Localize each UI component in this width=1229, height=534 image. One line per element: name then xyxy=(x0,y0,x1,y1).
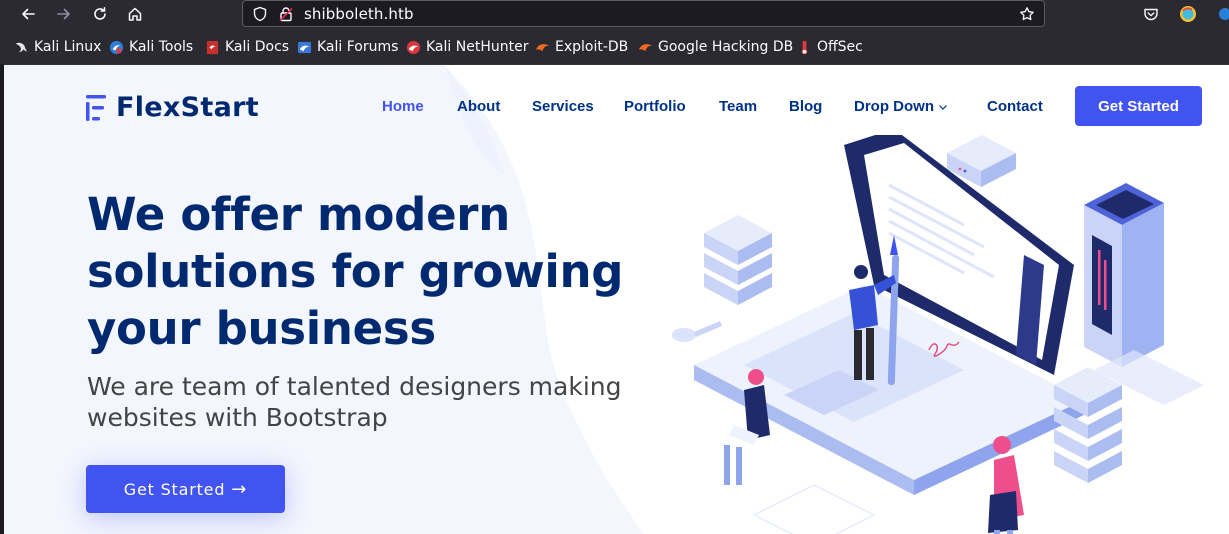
bookmark-exploit-db[interactable]: Exploit-DB xyxy=(535,38,628,56)
browser-window: shibboleth.htb Kali Linux Kali Tools Kal… xyxy=(0,0,1229,534)
pocket-icon[interactable] xyxy=(1141,4,1161,24)
exploit-db-icon xyxy=(535,43,550,51)
url-text[interactable]: shibboleth.htb xyxy=(304,5,414,23)
bookmark-kali-docs[interactable]: Kali Docs xyxy=(205,38,289,56)
nav-services[interactable]: Services xyxy=(532,98,594,115)
nav-team[interactable]: Team xyxy=(719,98,757,115)
key-shape xyxy=(672,321,722,342)
kali-docs-icon xyxy=(206,40,219,54)
browser-toolbar: shibboleth.htb xyxy=(0,0,1229,30)
bookmark-label: Kali Tools xyxy=(129,39,194,55)
nav-dropdown[interactable]: Drop Down xyxy=(854,98,948,115)
web-page: FlexStart Home About Services Portfolio … xyxy=(4,64,1229,534)
hero-subtitle: We are team of talented designers making… xyxy=(87,372,622,432)
hero-title: We offer modern solutions for growing yo… xyxy=(87,188,624,355)
bookmark-label: Kali NetHunter xyxy=(426,39,529,55)
ghdb-icon xyxy=(638,43,653,51)
kali-dragon-icon xyxy=(15,42,28,52)
bookmark-kali-forums[interactable]: Kali Forums xyxy=(297,38,398,56)
nav-about[interactable]: About xyxy=(457,98,500,115)
reload-icon xyxy=(94,7,106,20)
bookmark-label: Exploit-DB xyxy=(555,39,629,55)
arrow-right-icon: → xyxy=(231,478,248,500)
nav-dropdown-label: Drop Down xyxy=(854,98,934,115)
bookmark-star-icon[interactable] xyxy=(1018,5,1036,23)
nav-portfolio[interactable]: Portfolio xyxy=(624,98,686,115)
nav-get-started-button[interactable]: Get Started xyxy=(1075,86,1202,126)
tracking-shield-icon[interactable] xyxy=(251,5,269,23)
nav-blog[interactable]: Blog xyxy=(789,98,822,115)
server-stack-right xyxy=(1054,367,1122,483)
insecure-lock-icon[interactable] xyxy=(277,5,295,23)
hero-illustration xyxy=(672,135,1204,534)
site-logo[interactable]: FlexStart xyxy=(86,92,259,123)
bookmark-label: OffSec xyxy=(817,39,863,55)
server-tower xyxy=(1084,183,1204,405)
chevron-down-icon xyxy=(939,104,947,110)
nav-home[interactable]: Home xyxy=(382,98,424,115)
home-icon xyxy=(128,7,142,21)
bookmark-label: Kali Forums xyxy=(317,39,399,55)
server-stack-left xyxy=(704,215,772,305)
back-button[interactable] xyxy=(16,3,40,25)
kali-tools-icon xyxy=(109,40,124,54)
forward-button[interactable] xyxy=(52,3,76,25)
bookmark-kali-nethunter[interactable]: Kali NetHunter xyxy=(406,38,528,56)
reload-button[interactable] xyxy=(88,3,112,25)
offsec-icon xyxy=(801,40,808,54)
url-bar[interactable]: shibboleth.htb xyxy=(242,0,1045,27)
bookmark-offsec[interactable]: OffSec xyxy=(797,38,863,56)
kali-nethunter-icon xyxy=(406,40,421,54)
hero-get-started-button[interactable]: Get Started → xyxy=(86,465,285,513)
bookmark-label: Kali Docs xyxy=(225,39,290,55)
nav-contact[interactable]: Contact xyxy=(987,98,1043,115)
brand-name: FlexStart xyxy=(116,92,259,123)
extensions-icon[interactable] xyxy=(1215,4,1229,24)
back-arrow-icon xyxy=(22,8,35,20)
firefox-account-icon[interactable] xyxy=(1178,4,1198,24)
forward-arrow-icon xyxy=(57,8,70,20)
bookmarks-bar: Kali Linux Kali Tools Kali Docs Kali For… xyxy=(0,30,1229,64)
logo-bars-icon xyxy=(86,94,106,121)
kali-forums-icon xyxy=(297,41,312,53)
bookmark-label: Google Hacking DB xyxy=(658,39,794,55)
bookmark-label: Kali Linux xyxy=(34,39,102,55)
bookmark-google-hacking-db[interactable]: Google Hacking DB xyxy=(638,38,793,56)
home-button[interactable] xyxy=(123,3,147,25)
bookmark-kali-linux[interactable]: Kali Linux xyxy=(14,38,101,56)
hero-cta-label: Get Started xyxy=(123,479,226,499)
bookmark-kali-tools[interactable]: Kali Tools xyxy=(109,38,193,56)
